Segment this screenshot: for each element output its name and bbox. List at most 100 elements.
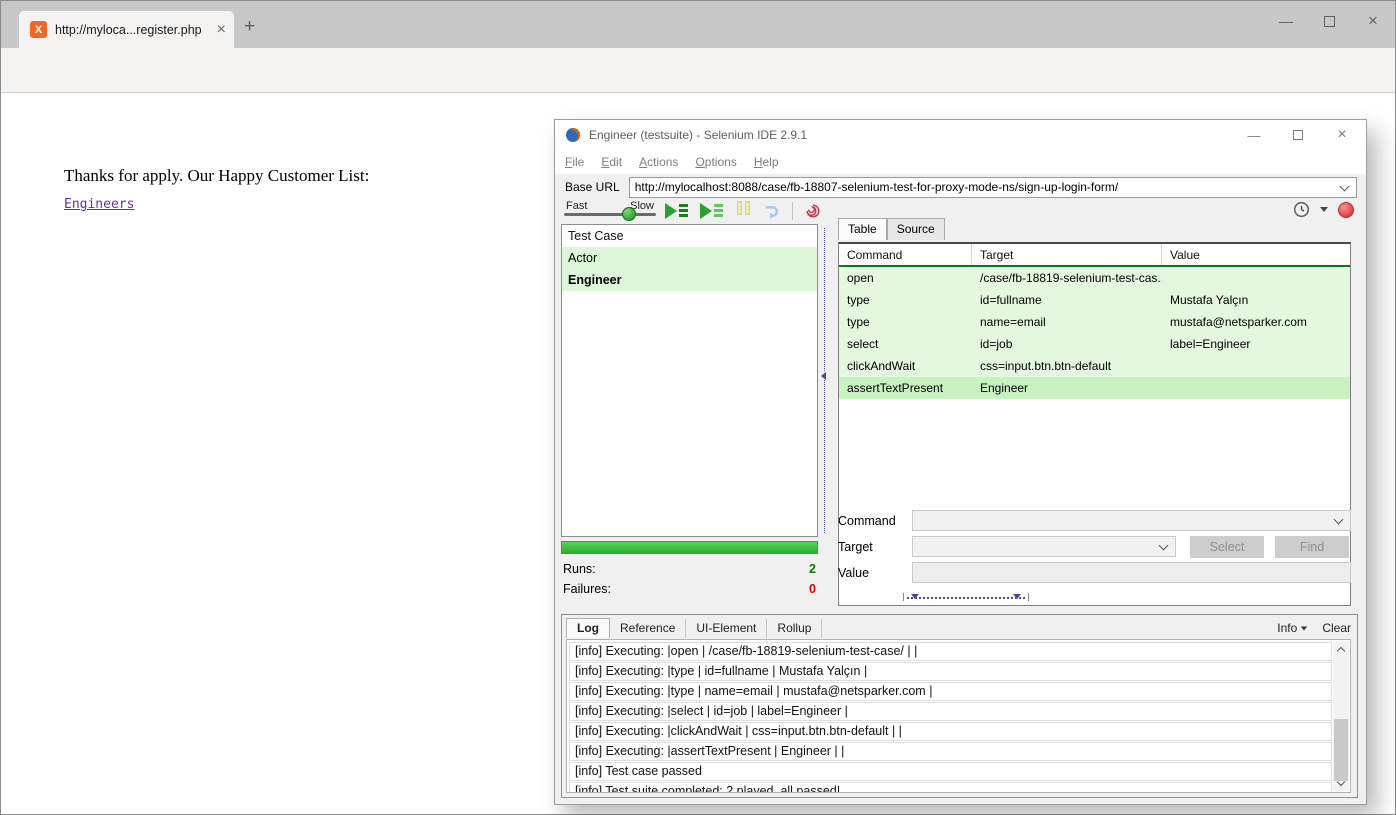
collapse-left-icon[interactable] xyxy=(821,372,826,380)
browser-tab[interactable]: X http://myloca...register.php × xyxy=(19,11,234,48)
log-line: [info] Executing: |type | name=email | m… xyxy=(569,682,1332,701)
command-table-row[interactable]: select id=job label=Engineer xyxy=(839,333,1350,355)
progress-bar xyxy=(561,541,818,554)
firefox-window: X http://myloca...register.php × + — × i… xyxy=(0,0,1396,815)
find-button[interactable]: Find xyxy=(1275,536,1349,558)
command-combobox[interactable] xyxy=(912,510,1351,531)
base-url-combobox[interactable]: http://mylocalhost:8088/case/fb-18807-se… xyxy=(629,177,1357,198)
scroll-down-icon[interactable] xyxy=(1333,776,1349,791)
info-filter-button[interactable]: Info xyxy=(1277,621,1308,635)
minimize-icon[interactable]: — xyxy=(1278,13,1294,29)
clear-log-button[interactable]: Clear xyxy=(1322,621,1351,635)
command-table-row[interactable]: type name=email mustafa@netsparker.com xyxy=(839,311,1350,333)
ide-menu-item[interactable]: Options xyxy=(695,155,736,169)
log-line: [info] Executing: |type | id=fullname | … xyxy=(569,662,1332,681)
failures-label: Failures: xyxy=(563,582,611,596)
runs-value: 2 xyxy=(809,562,816,576)
command-table-row[interactable]: assertTextPresent Engineer xyxy=(839,377,1350,399)
new-tab-button[interactable]: + xyxy=(244,17,255,36)
xampp-favicon-icon: X xyxy=(30,21,47,38)
log-panel-tab[interactable]: Log xyxy=(566,618,610,638)
speed-slider[interactable]: Fast Slow xyxy=(564,200,656,222)
cell-command: assertTextPresent xyxy=(839,377,972,399)
tab-source[interactable]: Source xyxy=(887,218,945,240)
select-button[interactable]: Select xyxy=(1190,536,1264,558)
test-case-panel: Test Case Actor Engineer xyxy=(561,224,818,537)
value-field-label: Value xyxy=(838,566,869,580)
cell-command: clickAndWait xyxy=(839,355,972,377)
selenium-ide-window: Engineer (testsuite) - Selenium IDE 2.9.… xyxy=(554,119,1367,805)
play-test-suite-button[interactable] xyxy=(665,202,688,220)
command-editor: Command Target Select Find Value xyxy=(838,510,1351,588)
pause-button[interactable] xyxy=(735,201,751,220)
test-case-item[interactable]: Actor xyxy=(562,247,817,269)
log-panel: LogReferenceUI-ElementRollup Info Clear … xyxy=(561,614,1358,798)
cell-target: id=job xyxy=(972,333,1162,355)
speed-fast-label: Fast xyxy=(566,200,587,212)
cell-value xyxy=(1162,267,1350,289)
test-case-header: Test Case xyxy=(562,225,817,247)
cell-target: id=fullname xyxy=(972,289,1162,311)
ide-maximize-icon[interactable] xyxy=(1293,130,1303,140)
step-arrow-icon xyxy=(763,202,780,219)
firefox-logo-icon xyxy=(565,127,581,143)
log-panel-tab[interactable]: Reference xyxy=(610,619,686,638)
ide-menu-item[interactable]: Actions xyxy=(639,155,678,169)
command-table-header: Command Target Value xyxy=(839,244,1350,267)
tab-table[interactable]: Table xyxy=(838,218,887,240)
log-panel-tab[interactable]: UI-Element xyxy=(686,619,767,638)
step-button[interactable] xyxy=(763,202,780,219)
scroll-up-icon[interactable] xyxy=(1333,641,1349,656)
ide-menu-item[interactable]: File xyxy=(565,155,584,169)
record-button[interactable] xyxy=(1338,202,1354,218)
target-field-label: Target xyxy=(838,540,873,554)
cell-value xyxy=(1162,355,1350,377)
ide-window-title: Engineer (testsuite) - Selenium IDE 2.9.… xyxy=(589,128,807,142)
ide-toolbar: Fast Slow xyxy=(555,200,1366,224)
close-icon[interactable]: × xyxy=(1365,11,1381,31)
scrollbar-thumb[interactable] xyxy=(1334,719,1348,781)
log-line: [info] Test case passed xyxy=(569,762,1332,781)
play-test-case-button[interactable] xyxy=(700,202,723,220)
ide-close-icon[interactable]: × xyxy=(1334,126,1350,144)
command-field-label: Command xyxy=(838,514,896,528)
caret-down-icon xyxy=(1301,626,1307,630)
chevron-down-icon xyxy=(1159,541,1169,551)
log-line: [info] Executing: |open | /case/fb-18819… xyxy=(569,642,1332,661)
test-case-item[interactable]: Engineer xyxy=(562,269,817,291)
chevron-down-icon[interactable] xyxy=(1340,181,1350,191)
tab-close-icon[interactable]: × xyxy=(217,22,226,38)
cell-command: type xyxy=(839,311,972,333)
ide-menu-item[interactable]: Edit xyxy=(601,155,622,169)
runs-label: Runs: xyxy=(563,562,596,576)
value-input[interactable] xyxy=(912,562,1351,583)
navigation-toolbar: i mylocalhost:8088/case/fb-18819-seleniu… xyxy=(1,48,1395,93)
log-scrollbar[interactable] xyxy=(1333,641,1349,791)
command-table-row[interactable]: clickAndWait css=input.btn.btn-default xyxy=(839,355,1350,377)
page-heading: Thanks for apply. Our Happy Customer Lis… xyxy=(64,166,369,186)
cell-target: name=email xyxy=(972,311,1162,333)
ide-minimize-icon[interactable]: — xyxy=(1246,128,1262,143)
ide-menubar: File Edit Actions Options Help xyxy=(555,150,1366,174)
engineers-link[interactable]: Engineers xyxy=(64,197,134,212)
base-url-label: Base URL xyxy=(565,180,620,194)
cell-command: type xyxy=(839,289,972,311)
ide-menu-item[interactable]: Help xyxy=(754,155,779,169)
schedule-caret-icon[interactable] xyxy=(1320,207,1328,212)
cell-target: css=input.btn.btn-default xyxy=(972,355,1162,377)
slider-knob[interactable] xyxy=(622,207,636,221)
slider-track[interactable] xyxy=(564,213,656,216)
vertical-splitter[interactable] xyxy=(820,224,829,537)
maximize-icon[interactable] xyxy=(1324,16,1335,27)
horizontal-splitter[interactable] xyxy=(907,597,1025,605)
command-table-row[interactable]: open /case/fb-18819-selenium-test-cas... xyxy=(839,267,1350,289)
cell-value: label=Engineer xyxy=(1162,333,1350,355)
log-line: [info] Executing: |select | id=job | lab… xyxy=(569,702,1332,721)
rollup-button[interactable] xyxy=(805,203,821,219)
log-panel-tab[interactable]: Rollup xyxy=(767,619,822,638)
cell-value xyxy=(1162,377,1350,399)
schedule-button[interactable] xyxy=(1293,201,1310,218)
command-table-row[interactable]: type id=fullname Mustafa Yalçın xyxy=(839,289,1350,311)
base-url-row: Base URL http://mylocalhost:8088/case/fb… xyxy=(555,174,1366,200)
target-combobox[interactable] xyxy=(912,536,1176,557)
